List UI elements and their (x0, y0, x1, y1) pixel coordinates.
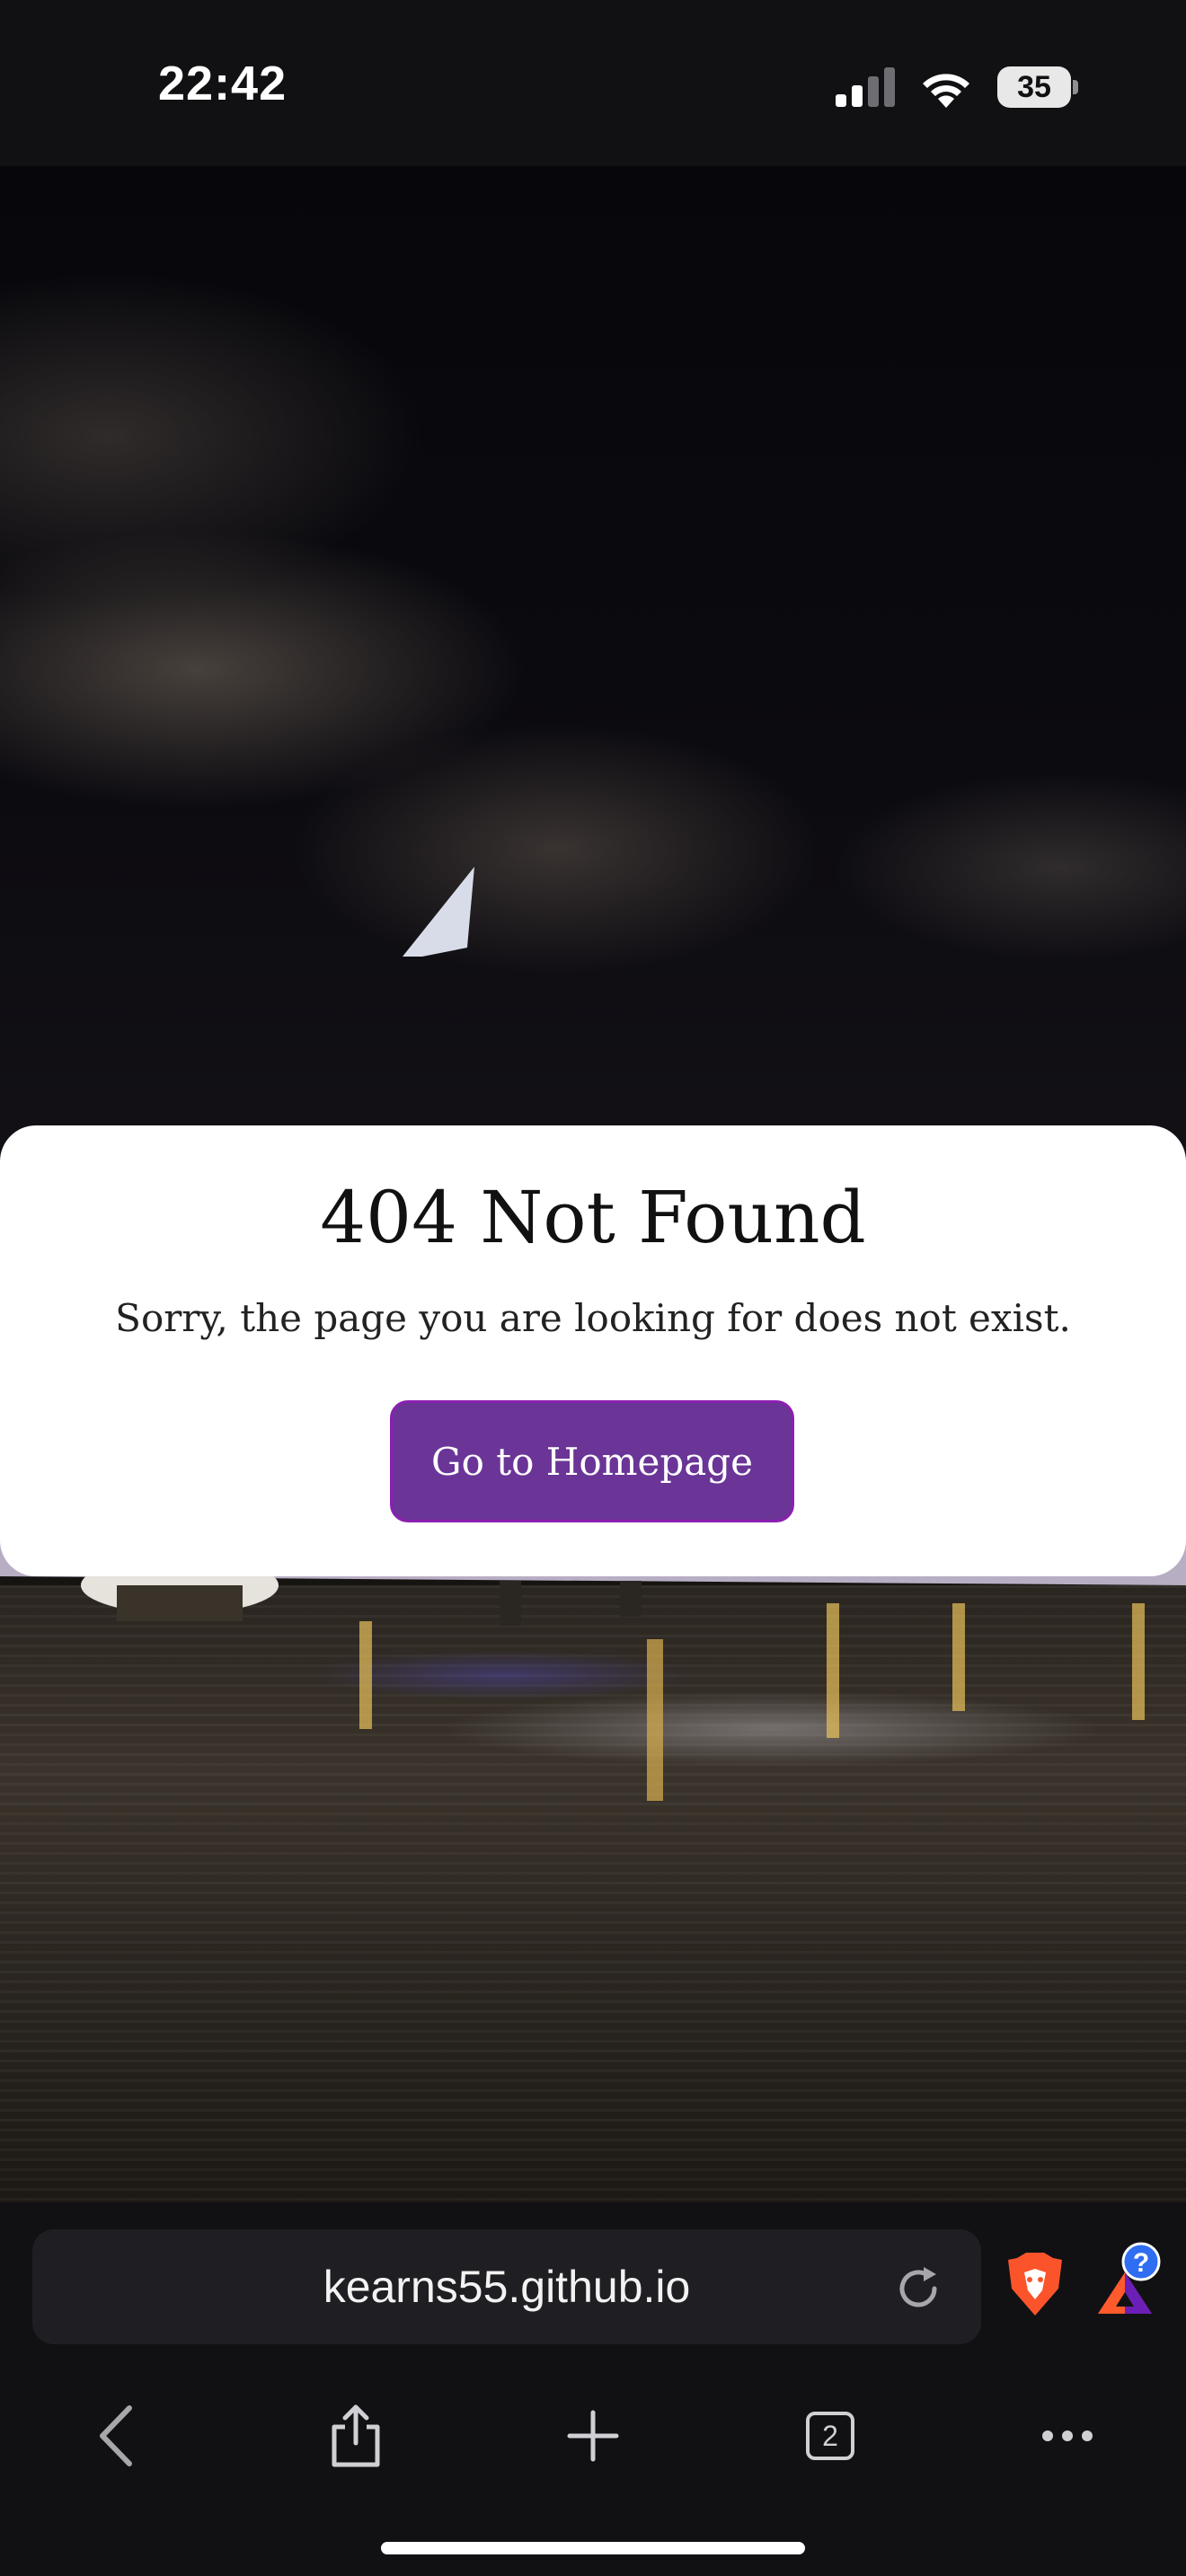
address-bar[interactable]: kearns55.github.io (32, 2229, 981, 2344)
web-content: 404 Not Found Sorry, the page you are lo… (0, 166, 1186, 2202)
status-icons: 35 (836, 63, 1078, 111)
wifi-icon (923, 74, 969, 108)
brave-rewards-icon[interactable]: ? (1089, 2242, 1161, 2317)
error-card: 404 Not Found Sorry, the page you are lo… (0, 1125, 1186, 1576)
new-tab-icon (567, 2410, 619, 2462)
status-time: 22:42 (158, 57, 288, 110)
tabs-button[interactable]: 2 (776, 2382, 884, 2490)
page-title: 404 Not Found (320, 1176, 866, 1259)
new-tab-button[interactable] (539, 2382, 647, 2490)
rewards-badge: ? (1133, 2248, 1149, 2278)
tab-count: 2 (822, 2420, 838, 2452)
battery-icon: 35 (997, 66, 1078, 108)
reload-icon[interactable] (893, 2263, 943, 2314)
status-bar: 22:42 35 (0, 0, 1186, 166)
browser-bottom-bar: kearns55.github.io ? 2 (0, 2202, 1186, 2576)
home-indicator[interactable] (381, 2542, 805, 2554)
error-message: Sorry, the page you are looking for does… (115, 1296, 1071, 1340)
go-to-homepage-button[interactable]: Go to Homepage (390, 1400, 794, 1522)
cellular-signal-icon (836, 67, 895, 107)
back-icon (100, 2405, 132, 2466)
back-button[interactable] (63, 2382, 171, 2490)
share-icon (332, 2404, 380, 2467)
more-button[interactable] (1013, 2382, 1121, 2490)
battery-level: 35 (1017, 69, 1051, 104)
browser-toolbar: 2 (0, 2382, 1186, 2490)
phone-screen: 22:42 35 404 Not Found Sorry, the page y… (0, 0, 1186, 2576)
url-text[interactable]: kearns55.github.io (32, 2229, 981, 2344)
more-icon (1042, 2430, 1093, 2441)
tabs-icon: 2 (805, 2411, 855, 2461)
brave-shields-icon[interactable] (1006, 2253, 1064, 2317)
share-button[interactable] (302, 2382, 410, 2490)
